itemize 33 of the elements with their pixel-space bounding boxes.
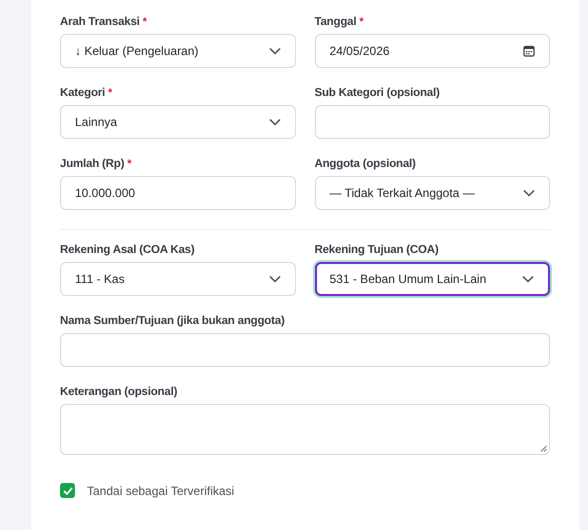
input-field[interactable]: 10.000.000 <box>60 176 296 210</box>
chevron-down-icon <box>522 275 534 283</box>
date-field[interactable]: 24/05/2026 <box>314 34 550 68</box>
chevron-down-icon <box>268 47 280 55</box>
select-field[interactable]: 531 - Beban Umum Lain-Lain <box>314 262 550 296</box>
select-field[interactable]: Lainnya <box>60 105 296 139</box>
required-mark: * <box>127 158 132 170</box>
chevron-down-icon <box>268 118 280 126</box>
field-label: Nama Sumber/Tujuan (jika bukan anggota) <box>60 315 285 327</box>
field-label: Kategori <box>60 87 106 99</box>
input-field[interactable] <box>60 333 550 367</box>
field-label: Rekening Tujuan (COA) <box>314 244 439 256</box>
checkbox[interactable] <box>60 483 75 498</box>
check-icon <box>62 486 72 494</box>
chevron-down-icon <box>523 189 535 197</box>
resize-handle-icon[interactable] <box>540 445 547 452</box>
select-field[interactable]: 111 - Kas <box>60 262 296 296</box>
chevron-down-icon <box>268 275 280 283</box>
field-label: Sub Kategori (opsional) <box>314 87 440 99</box>
select-field[interactable]: ↓ Keluar (Pengeluaran) <box>60 34 296 68</box>
input-field[interactable] <box>314 105 550 139</box>
field-label: Tanggal <box>314 16 356 28</box>
field-label: Arah Transaksi <box>60 16 140 28</box>
field-label: Anggota (opsional) <box>314 158 416 170</box>
required-mark: * <box>359 16 364 28</box>
select-field[interactable]: — Tidak Terkait Anggota — <box>314 176 550 210</box>
required-mark: * <box>142 16 147 28</box>
required-mark: * <box>108 87 112 99</box>
field-label: Rekening Asal (COA Kas) <box>60 244 194 256</box>
field-label: Keterangan (opsional) <box>60 386 178 398</box>
checkbox-label: Tandai sebagai Terverifikasi <box>87 484 234 498</box>
calendar-icon[interactable] <box>523 45 535 57</box>
field-label: Jumlah (Rp) <box>60 158 124 170</box>
